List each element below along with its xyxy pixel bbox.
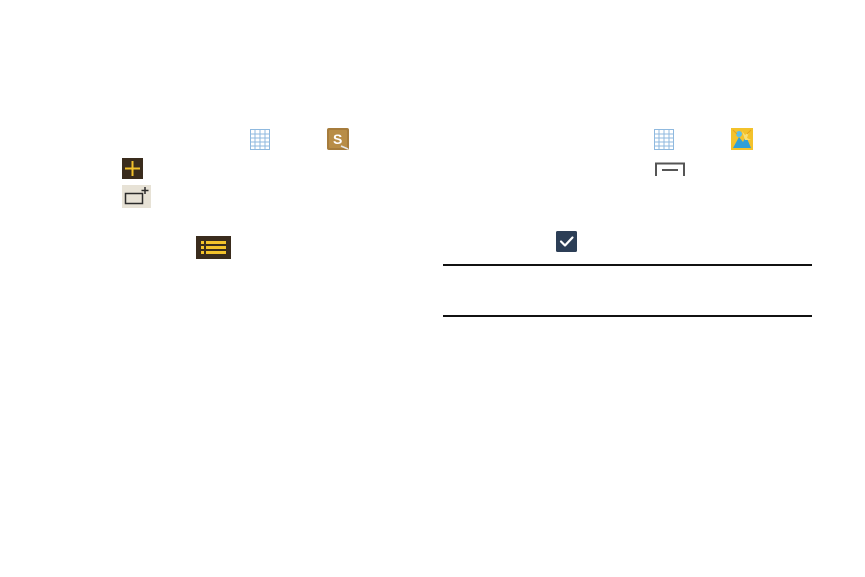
apps-grid-icon bbox=[250, 129, 270, 150]
add-icon bbox=[122, 158, 143, 179]
note-bottom-divider bbox=[443, 315, 812, 317]
svg-text:S: S bbox=[333, 131, 342, 147]
add-page-icon bbox=[122, 185, 151, 208]
s-note-app-icon: S bbox=[327, 128, 349, 150]
apps-grid-icon bbox=[654, 129, 674, 150]
gallery-app-icon bbox=[731, 128, 753, 150]
note-top-divider bbox=[443, 264, 812, 266]
done-checkmark-icon bbox=[556, 231, 577, 252]
list-view-icon bbox=[196, 236, 231, 259]
menu-key-icon bbox=[655, 162, 685, 176]
